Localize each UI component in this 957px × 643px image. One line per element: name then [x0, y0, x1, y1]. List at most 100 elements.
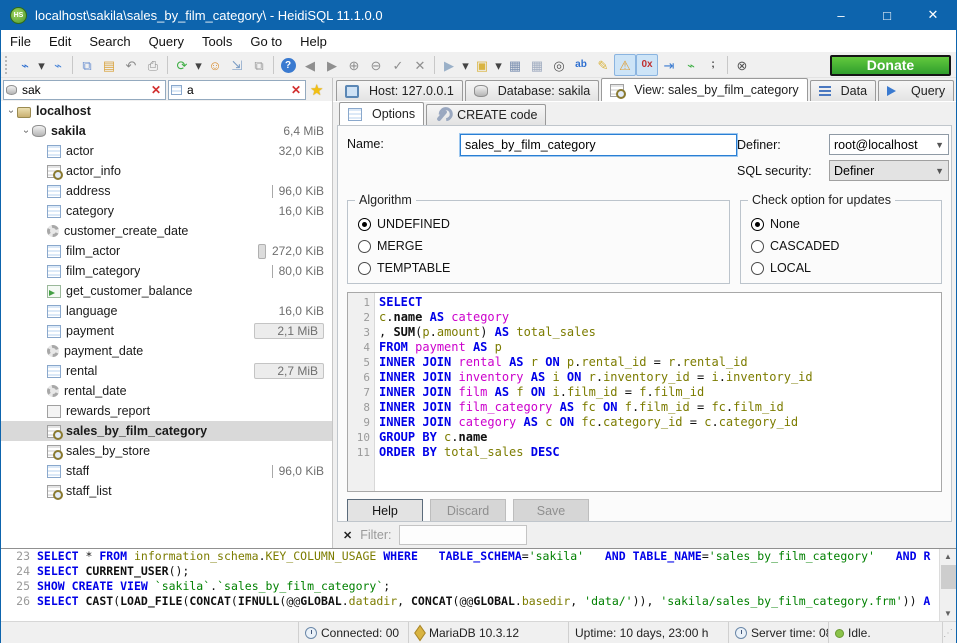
table-filter-input[interactable]: [187, 83, 289, 97]
radio-option-undefined[interactable]: UNDEFINED: [358, 213, 719, 235]
menu-item-search[interactable]: Search: [80, 30, 139, 52]
editor-code-area[interactable]: SELECTc.name AS category, SUM(p.amount) …: [375, 293, 941, 491]
hex-toggle-icon[interactable]: 0x: [636, 54, 658, 76]
tree-item-rental[interactable]: ›rental2,7 MiB: [1, 361, 332, 381]
print-icon[interactable]: ⎙: [142, 54, 164, 76]
help-icon[interactable]: ?: [277, 54, 299, 76]
scroll-down-icon[interactable]: ▼: [944, 606, 952, 621]
last-record-icon[interactable]: ▶: [321, 54, 343, 76]
filter-input[interactable]: [399, 525, 527, 545]
radio-icon[interactable]: [751, 262, 764, 275]
scrollbar-thumb[interactable]: [941, 565, 956, 589]
radio-icon[interactable]: [751, 240, 764, 253]
tree-item-rewards-report[interactable]: ›rewards_report: [1, 401, 332, 421]
paste-icon[interactable]: ▤: [98, 54, 120, 76]
tab-view-sales-by-film-category[interactable]: View: sales_by_film_category: [601, 78, 807, 101]
delete-record-icon[interactable]: ⊖: [365, 54, 387, 76]
close-filter-icon[interactable]: ✕: [343, 529, 352, 542]
menu-item-help[interactable]: Help: [291, 30, 336, 52]
radio-icon[interactable]: [751, 218, 764, 231]
tree-item-customer-create-date[interactable]: ›customer_create_date: [1, 221, 332, 241]
tree-item-staff-list[interactable]: ›staff_list: [1, 481, 332, 501]
log-scrollbar[interactable]: ▲ ▼: [939, 549, 956, 621]
close-button[interactable]: ✕: [910, 0, 956, 30]
menu-item-go-to[interactable]: Go to: [241, 30, 291, 52]
open-sql-file-icon[interactable]: ▣: [471, 54, 493, 76]
tree-item-payment[interactable]: ›payment2,1 MiB: [1, 321, 332, 341]
export-tables-icon[interactable]: ⇲: [226, 54, 248, 76]
refresh-dropdown[interactable]: ▾: [193, 54, 204, 76]
radio-option-merge[interactable]: MERGE: [358, 235, 719, 257]
warning-toggle-icon[interactable]: ⚠: [614, 54, 636, 76]
tree-item-address[interactable]: ›address96,0 KiB: [1, 181, 332, 201]
menu-item-file[interactable]: File: [1, 30, 40, 52]
clear-database-filter-icon[interactable]: ✕: [149, 83, 163, 97]
tree-item-localhost[interactable]: ›localhost: [1, 101, 332, 121]
stop-icon[interactable]: ⊗: [731, 54, 753, 76]
save-sql-icon[interactable]: ▦: [504, 54, 526, 76]
replace-icon[interactable]: ab: [570, 54, 592, 76]
tab-query[interactable]: Query: [878, 80, 954, 101]
cancel-edit-icon[interactable]: ✕: [409, 54, 431, 76]
radio-option-temptable[interactable]: TEMPTABLE: [358, 257, 719, 279]
undo-icon[interactable]: ↶: [120, 54, 142, 76]
maximize-button[interactable]: □: [864, 0, 910, 30]
tree-item-film-category[interactable]: ›film_category80,0 KiB: [1, 261, 332, 281]
tree-item-film-actor[interactable]: ›film_actor272,0 KiB: [1, 241, 332, 261]
help-button[interactable]: Help: [347, 499, 423, 522]
menu-item-edit[interactable]: Edit: [40, 30, 80, 52]
insert-params-icon[interactable]: ⇥: [658, 54, 680, 76]
highlight-icon[interactable]: ✎: [592, 54, 614, 76]
open-sql-dropdown[interactable]: ▾: [493, 54, 504, 76]
radio-option-local[interactable]: LOCAL: [751, 257, 931, 279]
tree-item-sales-by-film-category[interactable]: ›sales_by_film_category: [1, 421, 332, 441]
find-icon[interactable]: ◎: [548, 54, 570, 76]
minimize-button[interactable]: –: [818, 0, 864, 30]
run-query-icon[interactable]: ▶: [438, 54, 460, 76]
view-sql-editor[interactable]: 1234567891011 SELECTc.name AS category, …: [347, 292, 942, 492]
clear-table-filter-icon[interactable]: ✕: [289, 83, 303, 97]
radio-icon[interactable]: [358, 218, 371, 231]
subtab-options[interactable]: Options: [339, 102, 424, 125]
menu-item-tools[interactable]: Tools: [193, 30, 241, 52]
tree-item-actor[interactable]: ›actor32,0 KiB: [1, 141, 332, 161]
radio-option-none[interactable]: None: [751, 213, 931, 235]
first-record-icon[interactable]: ◀: [299, 54, 321, 76]
tree-item-staff[interactable]: ›staff96,0 KiB: [1, 461, 332, 481]
sql-security-dropdown[interactable]: Definer ▼: [829, 160, 949, 181]
session-manager-dropdown[interactable]: ▾: [36, 54, 47, 76]
tree-item-rental-date[interactable]: ›rental_date: [1, 381, 332, 401]
user-manager-icon[interactable]: ☺: [204, 54, 226, 76]
menu-item-query[interactable]: Query: [140, 30, 193, 52]
save-sql-as-icon[interactable]: ▦: [526, 54, 548, 76]
donate-button[interactable]: Donate: [830, 55, 951, 76]
toolbar-grip[interactable]: [5, 56, 10, 74]
subtab-create-code[interactable]: CREATE code: [426, 104, 546, 125]
tree-item-category[interactable]: ›category16,0 KiB: [1, 201, 332, 221]
expand-chevron-icon[interactable]: ›: [6, 105, 17, 117]
session-manager-icon[interactable]: ⌁: [14, 54, 36, 76]
radio-option-cascaded[interactable]: CASCADED: [751, 235, 931, 257]
disconnect-icon[interactable]: ⌁: [47, 54, 69, 76]
copy-icon[interactable]: ⧉: [76, 54, 98, 76]
tree-item-payment-date[interactable]: ›payment_date: [1, 341, 332, 361]
favorites-star-icon[interactable]: ★: [308, 81, 325, 99]
add-record-icon[interactable]: ⊕: [343, 54, 365, 76]
tree-item-actor-info[interactable]: ›actor_info: [1, 161, 332, 181]
tab-data[interactable]: Data: [810, 80, 876, 101]
discard-button[interactable]: Discard: [430, 499, 506, 522]
save-button[interactable]: Save: [513, 499, 589, 522]
copy-database-icon[interactable]: ⧉: [248, 54, 270, 76]
tree-item-sakila[interactable]: ›sakila6,4 MiB: [1, 121, 332, 141]
post-changes-icon[interactable]: ✓: [387, 54, 409, 76]
tree-item-language[interactable]: ›language16,0 KiB: [1, 301, 332, 321]
radio-icon[interactable]: [358, 240, 371, 253]
tree-item-get-customer-balance[interactable]: ›get_customer_balance: [1, 281, 332, 301]
tab-host-127-0-0-1[interactable]: Host: 127.0.0.1: [336, 80, 463, 101]
expand-chevron-icon[interactable]: ›: [21, 125, 32, 137]
view-name-input[interactable]: [460, 134, 737, 156]
tree-item-sales-by-store[interactable]: ›sales_by_store: [1, 441, 332, 461]
resize-grip-icon[interactable]: ⋰: [943, 628, 956, 639]
run-query-dropdown[interactable]: ▾: [460, 54, 471, 76]
reformat-icon[interactable]: ⌁: [680, 54, 702, 76]
